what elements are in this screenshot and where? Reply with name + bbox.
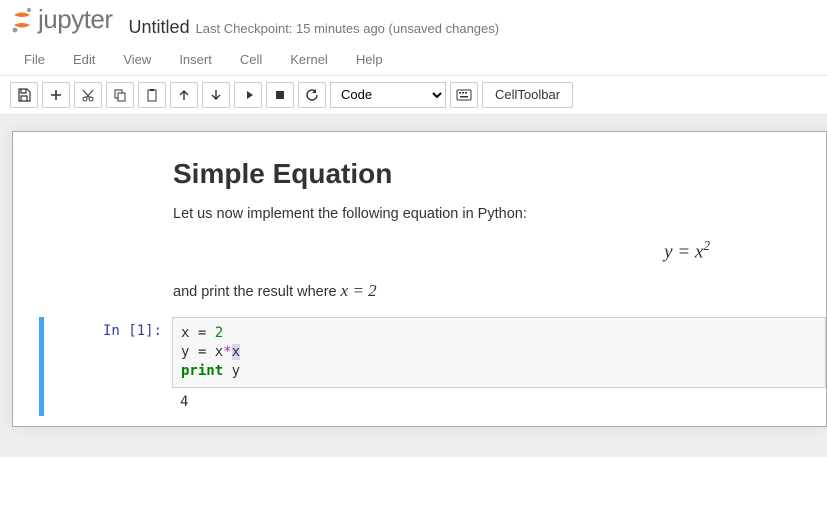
menu-cell[interactable]: Cell [226,46,276,73]
menubar: File Edit View Insert Cell Kernel Help [0,44,827,76]
markdown-para2: and print the result where x = 2 [173,279,766,303]
equation-display: y = x2 [173,238,766,263]
menu-edit[interactable]: Edit [59,46,109,73]
run-icon [242,89,254,101]
markdown-heading: Simple Equation [173,158,766,190]
markdown-para1: Let us now implement the following equat… [173,204,766,224]
paste-button[interactable] [138,82,166,108]
jupyter-logo[interactable]: jupyter [10,4,113,35]
toolbar: Code CellToolbar [0,76,827,115]
menu-insert[interactable]: Insert [165,46,226,73]
notebook-container: Simple Equation Let us now implement the… [0,115,827,457]
menu-file[interactable]: File [10,46,59,73]
celltoolbar-button[interactable]: CellToolbar [482,82,573,108]
cut-button[interactable] [74,82,102,108]
code-input[interactable]: x = 2 y = x*x print y [172,317,826,388]
restart-icon [305,88,319,102]
paste-icon [145,88,159,102]
interrupt-button[interactable] [266,82,294,108]
logo-text: jupyter [38,4,113,35]
header: jupyter Untitled Last Checkpoint: 15 min… [0,0,827,44]
checkpoint-status: Last Checkpoint: 15 minutes ago (unsaved… [196,21,500,36]
stop-icon [274,89,286,101]
notebook-title[interactable]: Untitled [129,17,190,38]
restart-button[interactable] [298,82,326,108]
move-down-button[interactable] [202,82,230,108]
notebook: Simple Equation Let us now implement the… [12,131,827,427]
insert-cell-button[interactable] [42,82,70,108]
run-button[interactable] [234,82,262,108]
keyboard-icon [456,89,472,101]
code-output: 4 [172,388,826,416]
copy-button[interactable] [106,82,134,108]
menu-kernel[interactable]: Kernel [276,46,342,73]
plus-icon [50,89,62,101]
copy-icon [113,88,127,102]
jupyter-logo-icon [10,7,34,33]
markdown-cell[interactable]: Simple Equation Let us now implement the… [13,158,826,303]
save-icon [17,88,31,102]
arrow-up-icon [178,89,190,101]
scissors-icon [81,88,95,102]
menu-help[interactable]: Help [342,46,397,73]
cell-type-select[interactable]: Code [330,82,446,108]
save-button[interactable] [10,82,38,108]
menu-view[interactable]: View [109,46,165,73]
arrow-down-icon [210,89,222,101]
move-up-button[interactable] [170,82,198,108]
code-cell[interactable]: In [1]: x = 2 y = x*x print y 4 [39,317,826,416]
command-palette-button[interactable] [450,82,478,108]
input-prompt: In [1]: [44,317,172,416]
